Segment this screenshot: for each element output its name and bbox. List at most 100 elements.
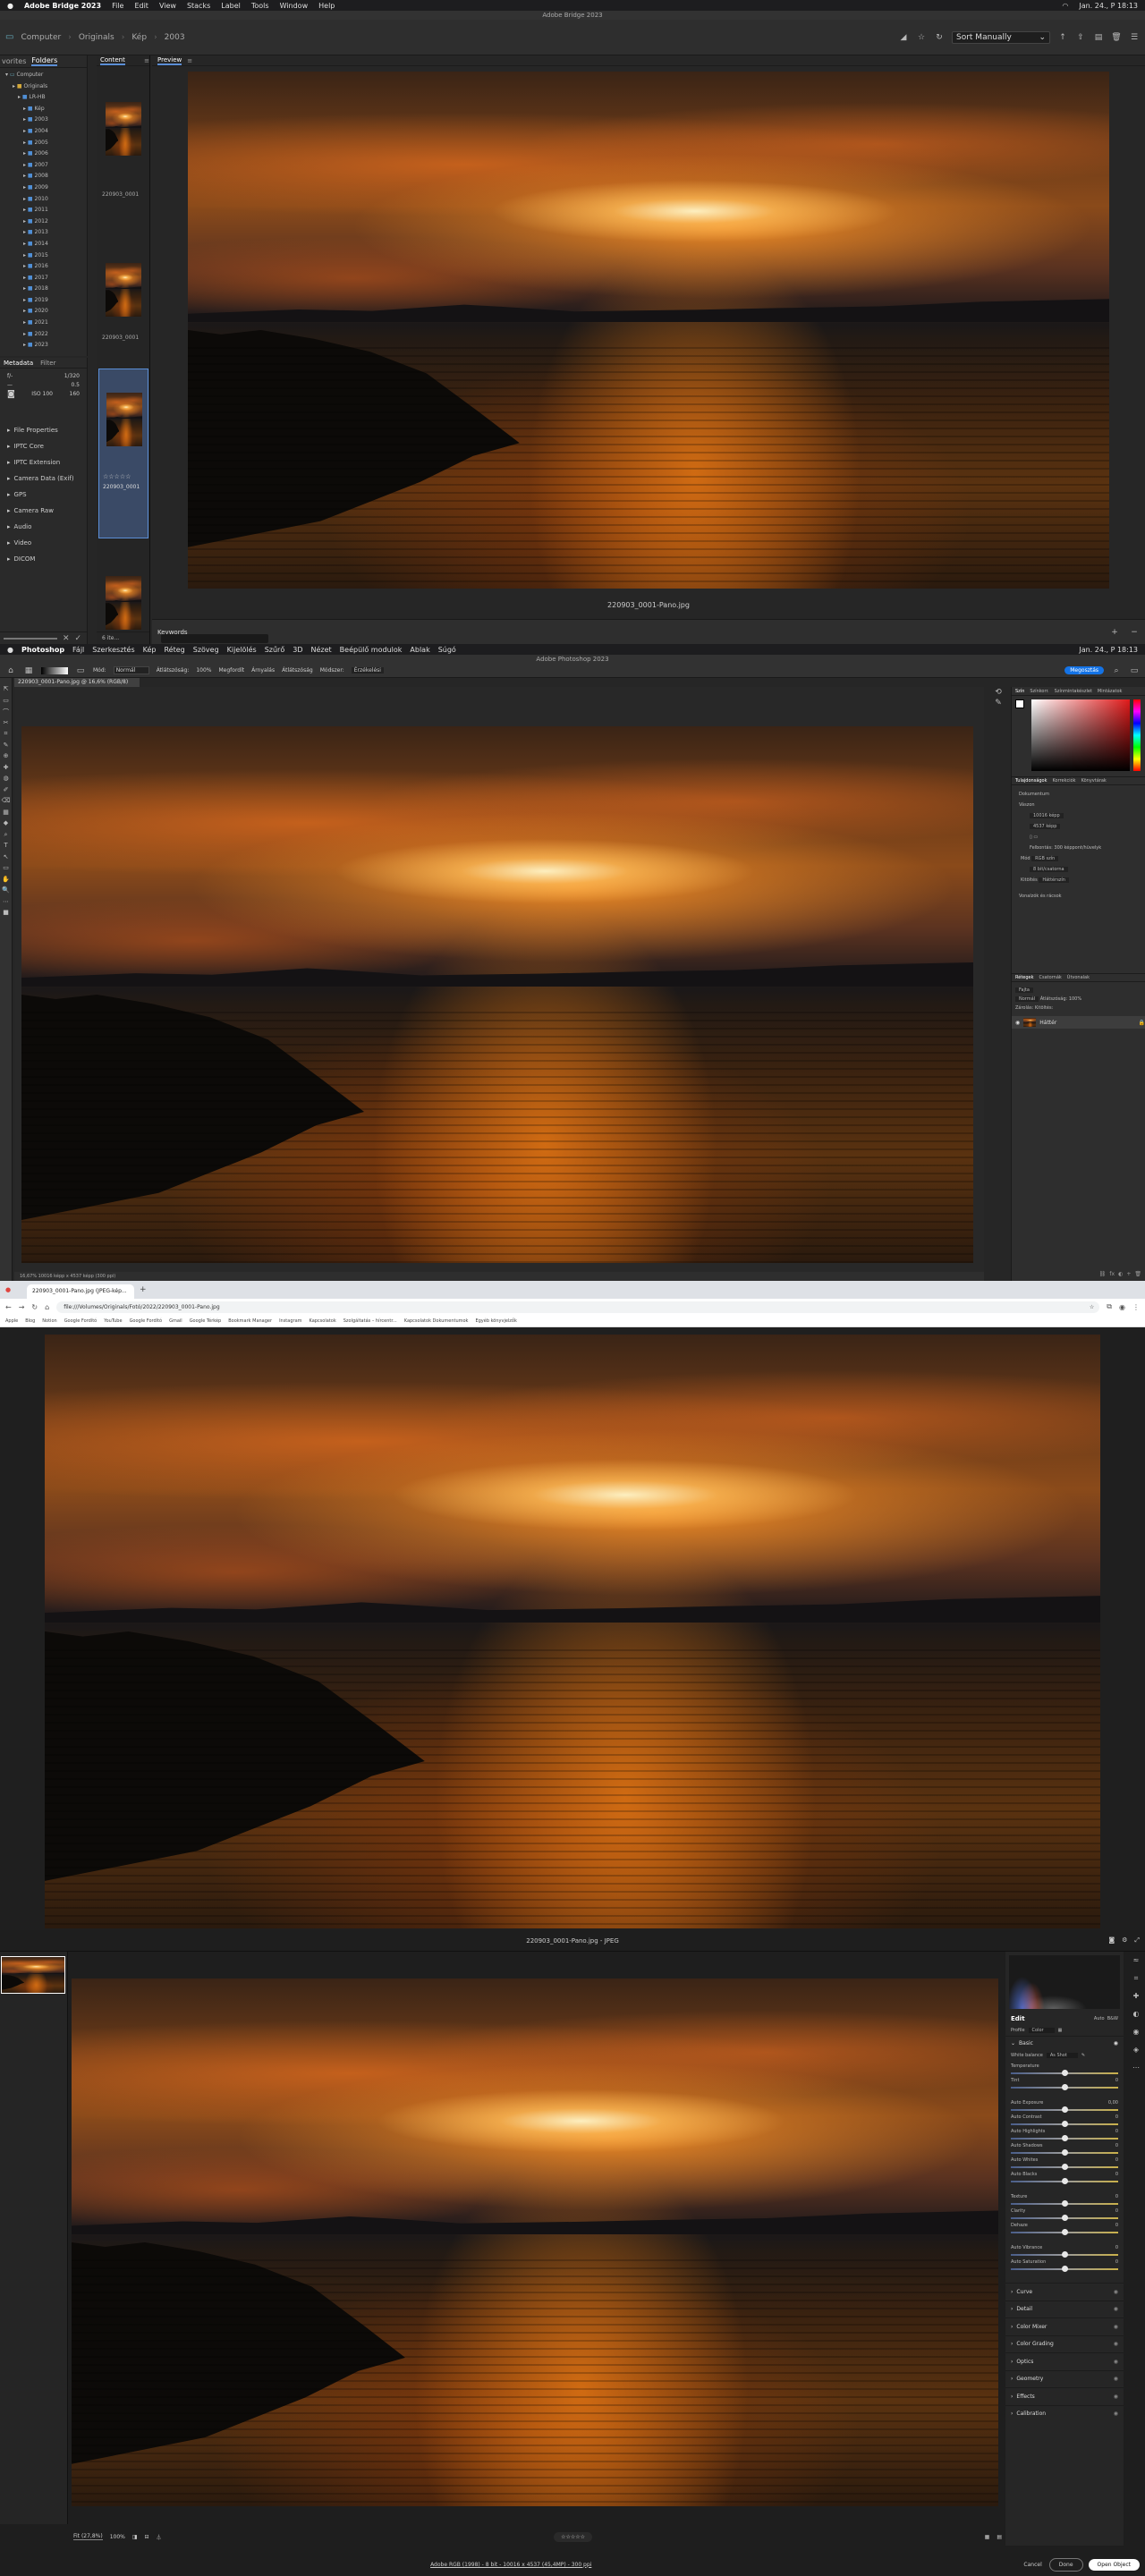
menu-item[interactable]: Tools	[251, 2, 269, 10]
clone-icon[interactable]: ◍	[0, 775, 12, 786]
bookmark-item[interactable]: Kapcsolatok Dokumentumok	[404, 1318, 469, 1324]
slider-track[interactable]	[1011, 2135, 1118, 2141]
acr-image[interactable]	[72, 1979, 998, 2506]
menu-item[interactable]: Ablak	[410, 646, 429, 654]
visibility-icon[interactable]: ◉	[1114, 2289, 1118, 2295]
edit-section[interactable]: › Color Grading ◉	[1005, 2334, 1124, 2353]
more-tools-icon[interactable]: ⋯	[0, 898, 12, 910]
edit-section[interactable]: › Color Mixer ◉	[1005, 2318, 1124, 2335]
shape-icon[interactable]: ▭	[0, 864, 12, 876]
slider-track[interactable]	[1011, 2121, 1118, 2127]
metadata-section[interactable]: ▸ Video	[0, 535, 87, 551]
brush-settings-icon[interactable]: ✎	[993, 698, 1004, 708]
filmstrip-thumbnail[interactable]	[1, 1956, 65, 1994]
remove-icon[interactable]: −	[1129, 627, 1140, 638]
tab-folders[interactable]: Folders	[31, 56, 58, 66]
slider-value[interactable]: 0	[1115, 2129, 1118, 2134]
hand-icon[interactable]: ✋	[0, 876, 12, 887]
adjust-slider-row[interactable]: Auto Saturation 0	[1005, 2257, 1124, 2272]
metadata-section[interactable]: ▸ DICOM	[0, 551, 87, 567]
tab-layers[interactable]: Rétegek	[1015, 975, 1034, 980]
delete-icon[interactable]: 🗑	[1111, 32, 1122, 43]
tree-folder-item[interactable]: ▸ ■ 2008	[5, 171, 87, 182]
bookmark-item[interactable]: Google Térkép	[190, 1318, 222, 1324]
mode-dropdown[interactable]: Normál	[113, 666, 149, 674]
layer-opacity-value[interactable]: 100%	[1069, 996, 1081, 1002]
tree-folder-item[interactable]: ▸ ■ 2019	[5, 295, 87, 307]
preview-image[interactable]	[188, 72, 1109, 589]
slider-handle[interactable]	[1062, 2164, 1068, 2170]
filter-icon[interactable]: ⏃	[157, 2533, 162, 2541]
tab-filter[interactable]: Filter	[40, 360, 55, 367]
zoom-icon[interactable]: 🔍	[0, 886, 12, 898]
adjust-slider-row[interactable]: Auto Highlights 0	[1005, 2126, 1124, 2141]
chevron-right-icon[interactable]: ›	[1011, 2306, 1013, 2312]
address-bar[interactable]: file:///Volumes/Originals/Fotó/2022/2209…	[56, 1301, 1100, 1313]
tree-folder-item[interactable]: ▸ ■ 2007	[5, 160, 87, 172]
gradient-icon[interactable]: ▦	[0, 809, 12, 820]
menu-item[interactable]: Súgó	[438, 646, 456, 654]
adjust-slider-row[interactable]: Auto Whites 0	[1005, 2155, 1124, 2170]
bookmark-item[interactable]: Gmail	[169, 1318, 182, 1324]
thumbnail-item[interactable]: 220903_0001	[100, 240, 147, 343]
slider-track[interactable]	[1011, 2149, 1118, 2156]
visibility-icon[interactable]: ◉	[1114, 2341, 1118, 2347]
frame-icon[interactable]: ⌗	[0, 730, 12, 741]
bookmark-item[interactable]: Instagram	[279, 1318, 301, 1324]
tree-folder-item[interactable]: ▸ ■ 2011	[5, 205, 87, 216]
tree-folder-item[interactable]: ▸ ■ 2016	[5, 261, 87, 273]
rating-filter-icon[interactable]: ☆	[916, 32, 927, 43]
metadata-section[interactable]: ▸ Camera Raw	[0, 503, 87, 519]
menu-item[interactable]: Stacks	[187, 2, 210, 10]
opacity-value[interactable]: 100%	[196, 667, 211, 674]
metadata-section[interactable]: ▸ GPS	[0, 487, 87, 503]
menu-item[interactable]: Szerkesztés	[92, 646, 134, 654]
new-tab-icon[interactable]: +	[140, 1285, 147, 1294]
height-field[interactable]: 4537 képp	[1030, 824, 1061, 829]
panel-menu-icon[interactable]: ≡	[187, 57, 192, 64]
slider-handle[interactable]	[1062, 2215, 1068, 2221]
filmstrip-toggle-icon[interactable]: ▤	[997, 2534, 1002, 2540]
eyedropper-icon[interactable]: ✎	[1081, 2053, 1085, 2058]
reload-icon[interactable]: ↻	[31, 1303, 38, 1311]
visibility-icon[interactable]: ◉	[1114, 2324, 1118, 2330]
slider-track[interactable]	[1011, 2070, 1118, 2076]
tab-swatches[interactable]: Színmintakészlet	[1055, 689, 1092, 694]
menu-item[interactable]: Window	[280, 2, 309, 10]
slider-handle[interactable]	[1062, 2149, 1068, 2156]
metadata-section[interactable]: ▸ IPTC Core	[0, 438, 87, 454]
workspace-icon[interactable]: ▭	[1129, 665, 1140, 676]
breadcrumb-item[interactable]: Kép	[131, 33, 147, 42]
slider-handle[interactable]	[1062, 2084, 1068, 2090]
fill-field[interactable]: Háttérszín	[1039, 877, 1069, 883]
dodge-icon[interactable]: ⌕	[0, 831, 12, 843]
bookmark-item[interactable]: YouTube	[104, 1318, 122, 1324]
edit-section[interactable]: › Detail ◉	[1005, 2300, 1124, 2318]
cancel-button[interactable]: Cancel	[1016, 2559, 1048, 2571]
edit-section[interactable]: › Geometry ◉	[1005, 2369, 1124, 2388]
color-field[interactable]	[1031, 699, 1130, 771]
compare-icon[interactable]: ⊟	[145, 2534, 149, 2540]
slider-value[interactable]: 0	[1115, 2245, 1118, 2250]
edit-section[interactable]: › Curve ◉	[1005, 2283, 1124, 2301]
apple-icon[interactable]: ●	[7, 646, 13, 654]
app-name[interactable]: Adobe Bridge 2023	[24, 2, 101, 10]
healing-icon[interactable]: ⊕	[0, 752, 12, 764]
gradient-picker[interactable]	[41, 666, 68, 674]
crop-icon[interactable]: ⌗	[1127, 1970, 1145, 1987]
transparency-checkbox[interactable]: Átlátszóság	[282, 667, 313, 674]
menu-item[interactable]: Kép	[143, 646, 157, 654]
tree-folder-item[interactable]: ▸ ■ Originals	[5, 81, 87, 93]
dither-checkbox[interactable]: Árnyalás	[251, 667, 275, 674]
gradient-type-icon[interactable]: ▭	[75, 665, 86, 676]
search-icon[interactable]: ⌕	[1111, 665, 1122, 676]
done-button[interactable]: Done	[1048, 2557, 1083, 2572]
rulers-label[interactable]: Vonalzók és rácsok	[1019, 894, 1062, 899]
keyword-search-input[interactable]	[160, 633, 268, 643]
chevron-right-icon[interactable]: ›	[1011, 2289, 1013, 2295]
menu-item[interactable]: Label	[221, 2, 241, 10]
visibility-icon[interactable]: ◉	[1114, 2411, 1118, 2417]
history-brush-icon[interactable]: ✐	[0, 786, 12, 798]
slider-track[interactable]	[1011, 2215, 1118, 2221]
home-icon[interactable]: ⌂	[5, 665, 16, 676]
